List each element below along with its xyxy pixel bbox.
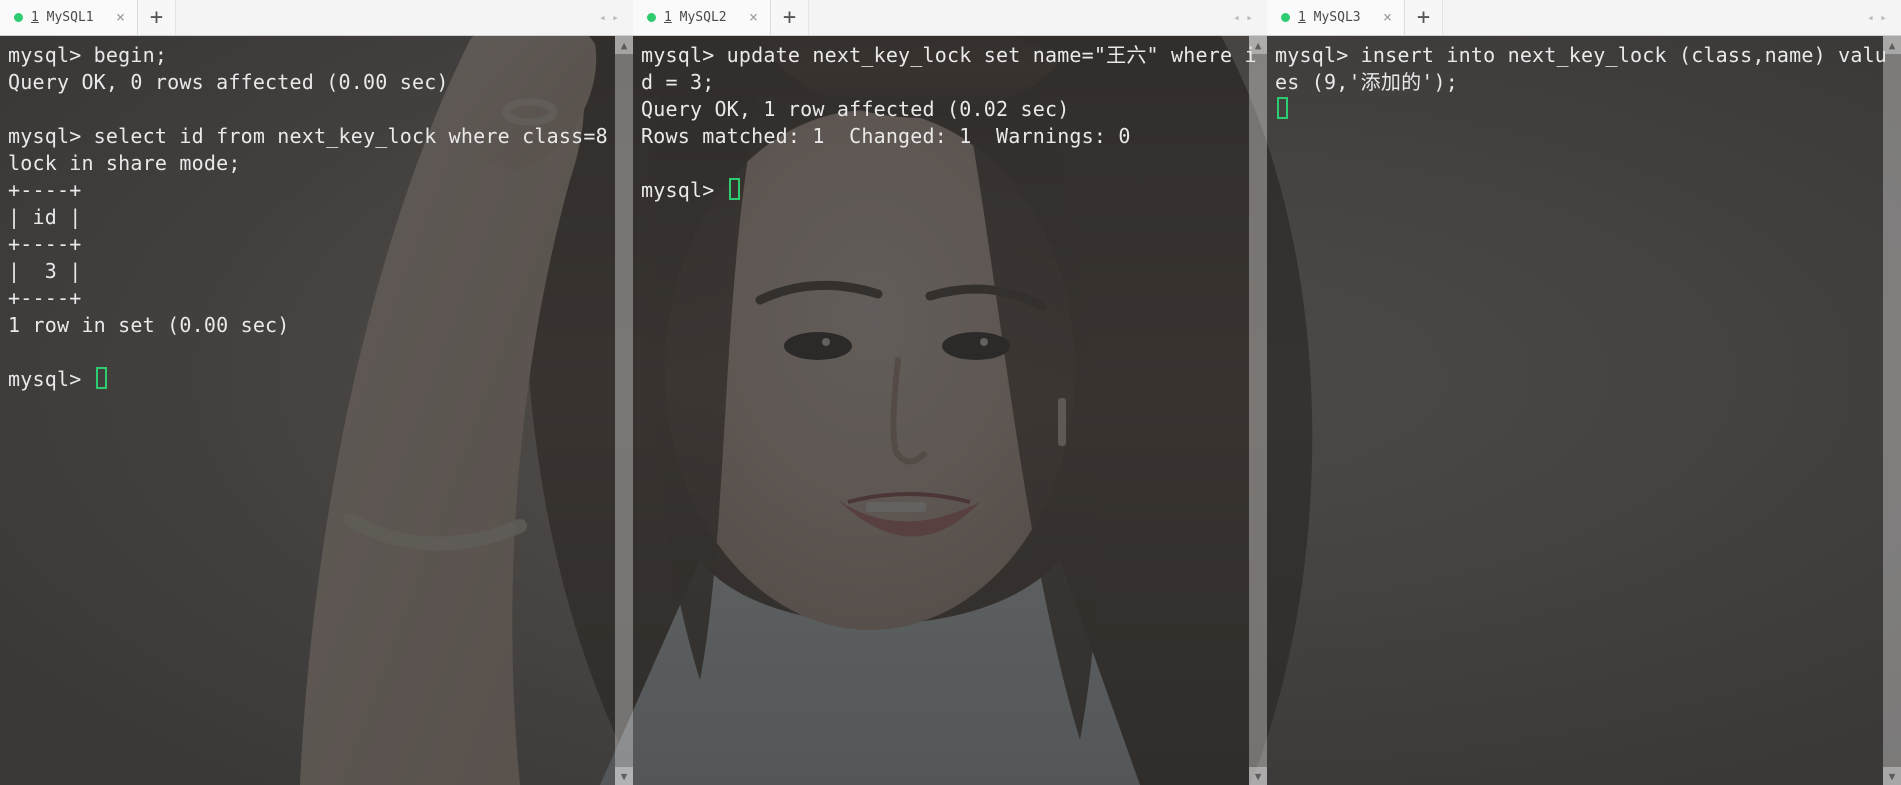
tab-bar: 1 MySQL1 × + ◂ ▸ [0,0,633,36]
terminal-body[interactable]: mysql> insert into next_key_lock (class,… [1267,36,1901,785]
scroll-down-icon[interactable]: ▼ [1883,767,1901,785]
tab-bar: 1 MySQL2 × + ◂ ▸ [633,0,1267,36]
tab-title: 1 MySQL3 [1298,10,1361,25]
vertical-scrollbar[interactable]: ▲▼ [1249,36,1267,785]
scrollbar-track[interactable] [1883,54,1901,767]
tab-title: 1 MySQL2 [664,10,727,25]
tab-mysql-3[interactable]: 1 MySQL3 × [1267,0,1405,35]
scroll-up-icon[interactable]: ▲ [1249,36,1267,54]
terminal-pane-3: 1 MySQL3 × + ◂ ▸mysql> insert into next_key… [1267,0,1901,785]
connection-status-icon [1281,13,1290,22]
tab-mysql-1[interactable]: 1 MySQL1 × [0,0,138,35]
vertical-scrollbar[interactable]: ▲▼ [615,36,633,785]
terminal-body[interactable]: mysql> update next_key_lock set name="王六… [633,36,1267,785]
tab-scroll-arrows[interactable]: ◂ ▸ [1219,0,1267,35]
scroll-down-icon[interactable]: ▼ [615,767,633,785]
vertical-scrollbar[interactable]: ▲▼ [1883,36,1901,785]
scroll-down-icon[interactable]: ▼ [1249,767,1267,785]
tab-mysql-2[interactable]: 1 MySQL2 × [633,0,771,35]
scroll-up-icon[interactable]: ▲ [615,36,633,54]
connection-status-icon [647,13,656,22]
scrollbar-track[interactable] [615,54,633,767]
terminal-output[interactable]: mysql> insert into next_key_lock (class,… [1267,36,1901,129]
scroll-up-icon[interactable]: ▲ [1883,36,1901,54]
close-icon[interactable]: × [749,10,758,25]
terminal-output[interactable]: mysql> begin; Query OK, 0 rows affected … [0,36,633,399]
connection-status-icon [14,13,23,22]
tab-scroll-arrows[interactable]: ◂ ▸ [585,0,633,35]
cursor-icon [1277,97,1288,119]
close-icon[interactable]: × [1383,10,1392,25]
terminal-body[interactable]: mysql> begin; Query OK, 0 rows affected … [0,36,633,785]
cursor-icon [729,178,740,200]
new-tab-button[interactable]: + [138,0,176,35]
terminal-output[interactable]: mysql> update next_key_lock set name="王六… [633,36,1267,210]
close-icon[interactable]: × [116,10,125,25]
new-tab-button[interactable]: + [1405,0,1443,35]
new-tab-button[interactable]: + [771,0,809,35]
tab-scroll-arrows[interactable]: ◂ ▸ [1853,0,1901,35]
terminal-overlay [1267,36,1901,785]
scrollbar-track[interactable] [1249,54,1267,767]
tab-title: 1 MySQL1 [31,10,94,25]
tab-bar: 1 MySQL3 × + ◂ ▸ [1267,0,1901,36]
terminal-pane-1: 1 MySQL1 × + ◂ ▸mysql> begin; Query OK, 0 r… [0,0,633,785]
terminal-pane-2: 1 MySQL2 × + ◂ ▸mysql> update next_key_lock… [633,0,1267,785]
cursor-icon [96,367,107,389]
